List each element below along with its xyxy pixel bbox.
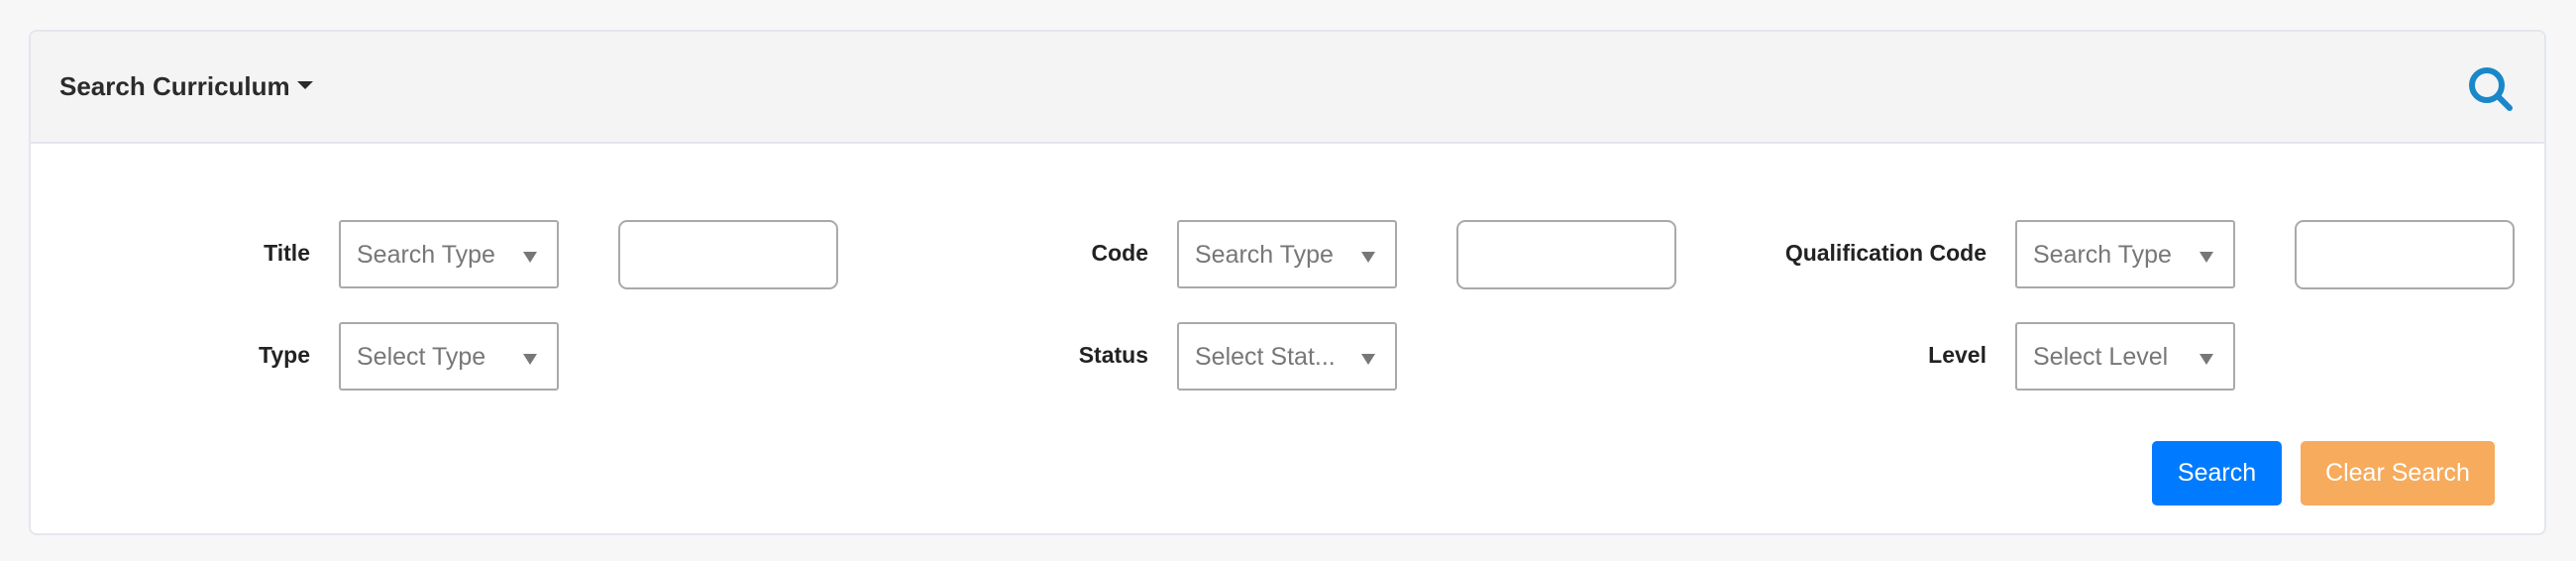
title-label: Title <box>264 240 310 266</box>
card-header: Search Curriculum <box>31 32 2544 144</box>
search-curriculum-card: Search Curriculum Title Search Type Code… <box>29 30 2546 535</box>
type-label: Type <box>259 342 310 368</box>
search-button[interactable]: Search <box>2152 441 2282 505</box>
clear-search-button[interactable]: Clear Search <box>2301 441 2495 505</box>
qualification-code-search-type-select[interactable]: Search Type <box>2015 220 2235 288</box>
dropdown-arrow-icon <box>523 354 537 365</box>
level-select[interactable]: Select Level <box>2015 322 2235 391</box>
code-search-type-select[interactable]: Search Type <box>1177 220 1397 288</box>
type-select[interactable]: Select Type <box>339 322 559 391</box>
dropdown-arrow-icon <box>523 252 537 263</box>
title-search-type-placeholder: Search Type <box>357 241 495 269</box>
qualification-code-search-type-placeholder: Search Type <box>2033 241 2172 269</box>
level-placeholder: Select Level <box>2033 343 2169 371</box>
qualification-code-label: Qualification Code <box>1784 240 1986 266</box>
search-icon[interactable] <box>2466 64 2516 114</box>
caret-down-icon <box>296 80 313 89</box>
status-select[interactable]: Select Stat... <box>1177 322 1397 391</box>
type-placeholder: Select Type <box>357 343 486 371</box>
header-title: Search Curriculum <box>59 71 290 101</box>
dropdown-arrow-icon <box>2200 252 2213 263</box>
dropdown-arrow-icon <box>1361 252 1375 263</box>
dropdown-arrow-icon <box>2200 354 2213 365</box>
search-curriculum-toggle[interactable]: Search Curriculum <box>59 71 313 102</box>
qualification-code-input[interactable] <box>2295 220 2515 289</box>
code-search-type-placeholder: Search Type <box>1195 241 1334 269</box>
dropdown-arrow-icon <box>1361 354 1375 365</box>
level-label: Level <box>1928 342 1986 368</box>
code-input[interactable] <box>1456 220 1676 289</box>
status-placeholder: Select Stat... <box>1195 343 1336 371</box>
status-label: Status <box>1078 342 1148 368</box>
code-label: Code <box>1091 240 1149 266</box>
title-input[interactable] <box>618 220 838 289</box>
title-search-type-select[interactable]: Search Type <box>339 220 559 288</box>
